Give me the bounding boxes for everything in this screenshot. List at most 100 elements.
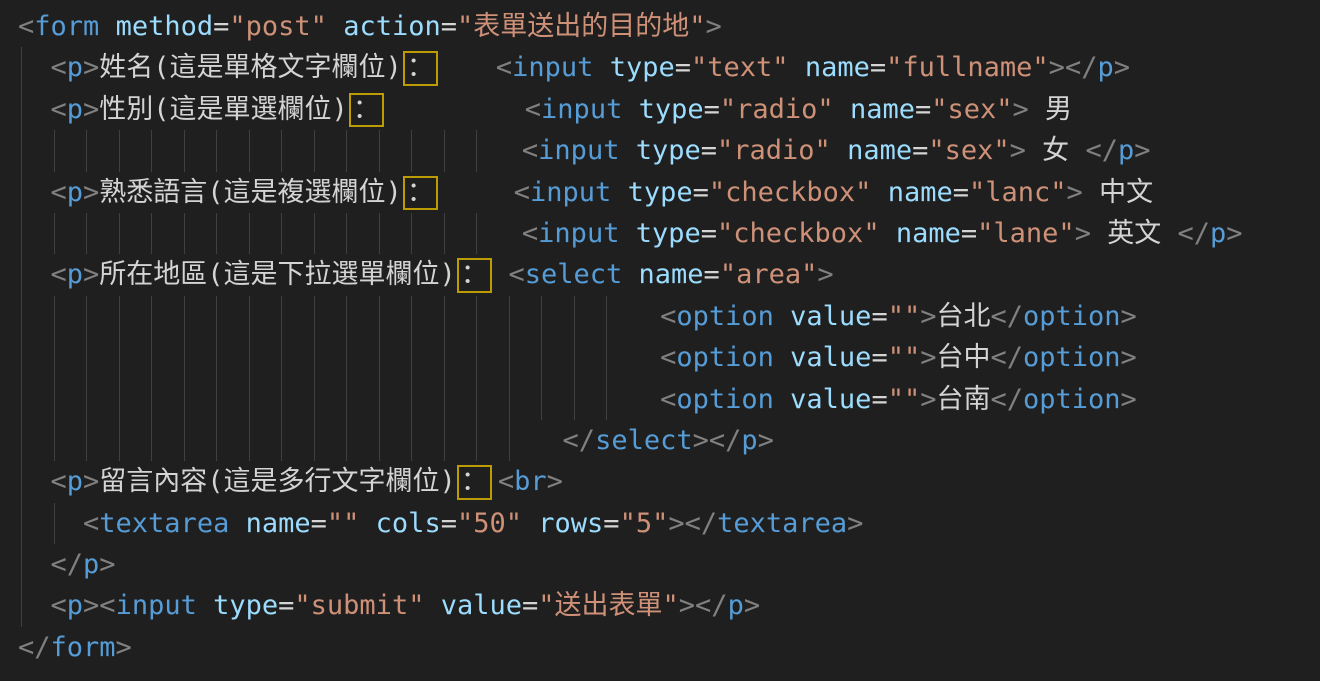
punctuation-token: < <box>99 590 115 621</box>
string-token: "text" <box>691 52 789 83</box>
text-token <box>774 384 790 415</box>
text-token: 所在地區(這是下拉選單欄位) <box>99 259 456 290</box>
attribute-name-token: type <box>628 177 693 208</box>
equals-token: = <box>675 52 691 83</box>
code-area[interactable]: <form method="post" action="表單送出的目的地"><p… <box>0 6 1320 668</box>
string-token: "送出表單" <box>538 590 679 621</box>
punctuation-token: > <box>1049 52 1065 83</box>
punctuation-token: < <box>51 259 67 290</box>
punctuation-token: > <box>547 466 563 497</box>
equals-token: = <box>915 94 931 125</box>
tag-name-token: input <box>538 218 619 249</box>
code-line[interactable]: </select></p> <box>18 420 1320 461</box>
punctuation-token: > <box>83 259 99 290</box>
string-token: "sex" <box>928 135 1009 166</box>
punctuation-token: > <box>1226 218 1242 249</box>
tag-name-token: option <box>676 342 774 373</box>
punctuation-token: < <box>660 301 676 332</box>
punctuation-token: < <box>508 259 524 290</box>
text-token: 中文 <box>1083 177 1153 208</box>
code-line[interactable]: <p><input type="submit" value="送出表單"></p… <box>18 585 1320 626</box>
code-line-content: <p>留言內容(這是多行文字欄位)：<br> <box>18 461 1320 502</box>
unicode-highlight-box: ： <box>457 258 492 292</box>
punctuation-token: < <box>51 466 67 497</box>
code-line-content: </p> <box>18 544 1320 585</box>
punctuation-token: > <box>679 590 695 621</box>
unicode-highlight-box: ： <box>457 465 492 499</box>
code-line[interactable]: <input type="radio" name="sex"> 女 </p> <box>18 130 1320 171</box>
punctuation-token: </ <box>18 632 51 663</box>
code-line[interactable]: <input type="checkbox" name="lane"> 英文 <… <box>18 213 1320 254</box>
punctuation-token: </ <box>695 590 728 621</box>
tag-name-token: input <box>541 94 622 125</box>
punctuation-token: > <box>1121 301 1137 332</box>
attribute-name-token: rows <box>538 508 603 539</box>
text-token: 性別(這是單選欄位) <box>99 94 348 125</box>
punctuation-token: > <box>1114 52 1130 83</box>
tag-name-token: p <box>67 52 83 83</box>
tag-name-token: option <box>676 301 774 332</box>
equals-token: = <box>701 135 717 166</box>
code-line[interactable]: <p>性別(這是單選欄位)：<input type="radio" name="… <box>18 89 1320 130</box>
code-line[interactable]: </form> <box>18 627 1320 668</box>
equals-token: = <box>441 11 457 42</box>
attribute-name-token: method <box>116 11 214 42</box>
code-line-content: <p>所在地區(這是下拉選單欄位)：<select name="area"> <box>18 254 1320 295</box>
code-line[interactable]: <textarea name="" cols="50" rows="5"></t… <box>18 503 1320 544</box>
code-line[interactable]: <option value="">台中</option> <box>18 337 1320 378</box>
text-token <box>229 508 245 539</box>
string-token: "" <box>888 384 921 415</box>
text-token: 留言內容(這是多行文字欄位) <box>99 466 456 497</box>
punctuation-token: < <box>660 342 676 373</box>
string-token: "radio" <box>720 94 834 125</box>
code-line[interactable]: <p>熟悉語言(這是複選欄位)：<input type="checkbox" n… <box>18 172 1320 213</box>
equals-token: = <box>871 342 887 373</box>
string-token: "post" <box>229 11 327 42</box>
equals-token: = <box>871 384 887 415</box>
text-token <box>522 508 538 539</box>
punctuation-token: </ <box>563 425 596 456</box>
code-line[interactable]: <p>留言內容(這是多行文字欄位)：<br> <box>18 461 1320 502</box>
code-line[interactable]: <p>所在地區(這是下拉選單欄位)：<select name="area"> <box>18 254 1320 295</box>
tag-name-token: textarea <box>717 508 847 539</box>
code-line-content: <textarea name="" cols="50" rows="5"></t… <box>18 503 1320 544</box>
tag-name-token: p <box>67 259 83 290</box>
code-line-content: </select></p> <box>18 420 1320 461</box>
equals-token: = <box>701 218 717 249</box>
text-token <box>197 590 213 621</box>
equals-token: = <box>871 301 887 332</box>
punctuation-token: > <box>116 632 132 663</box>
tag-name-token: p <box>67 590 83 621</box>
code-editor: <form method="post" action="表單送出的目的地"><p… <box>0 0 1320 681</box>
unicode-highlight-box: ： <box>349 93 384 127</box>
code-line[interactable]: <p>姓名(這是單格文字欄位)：<input type="text" name=… <box>18 47 1320 88</box>
punctuation-token: > <box>99 549 115 580</box>
punctuation-token: > <box>668 508 684 539</box>
attribute-name-token: cols <box>376 508 441 539</box>
tag-name-token: p <box>728 590 744 621</box>
punctuation-token: > <box>920 384 936 415</box>
attribute-name-token: value <box>441 590 522 621</box>
attribute-name-token: name <box>888 177 953 208</box>
tag-name-token: input <box>530 177 611 208</box>
code-line[interactable]: <option value="">台南</option> <box>18 379 1320 420</box>
string-token: "submit" <box>294 590 424 621</box>
text-token: 男 <box>1029 94 1072 125</box>
code-line[interactable]: <option value="">台北</option> <box>18 296 1320 337</box>
tag-name-token: option <box>676 384 774 415</box>
string-token: "" <box>888 301 921 332</box>
string-token: "50" <box>457 508 522 539</box>
equals-token: = <box>311 508 327 539</box>
attribute-name-token: name <box>847 135 912 166</box>
tag-name-token: input <box>512 52 593 83</box>
code-line[interactable]: <form method="post" action="表單送出的目的地"> <box>18 6 1320 47</box>
text-token <box>831 135 847 166</box>
text-token: 女 <box>1026 135 1086 166</box>
attribute-name-token: type <box>636 218 701 249</box>
text-token <box>359 508 375 539</box>
punctuation-token: </ <box>685 508 718 539</box>
punctuation-token: < <box>51 590 67 621</box>
tag-name-token: input <box>538 135 619 166</box>
code-line[interactable]: </p> <box>18 544 1320 585</box>
equals-token: = <box>912 135 928 166</box>
